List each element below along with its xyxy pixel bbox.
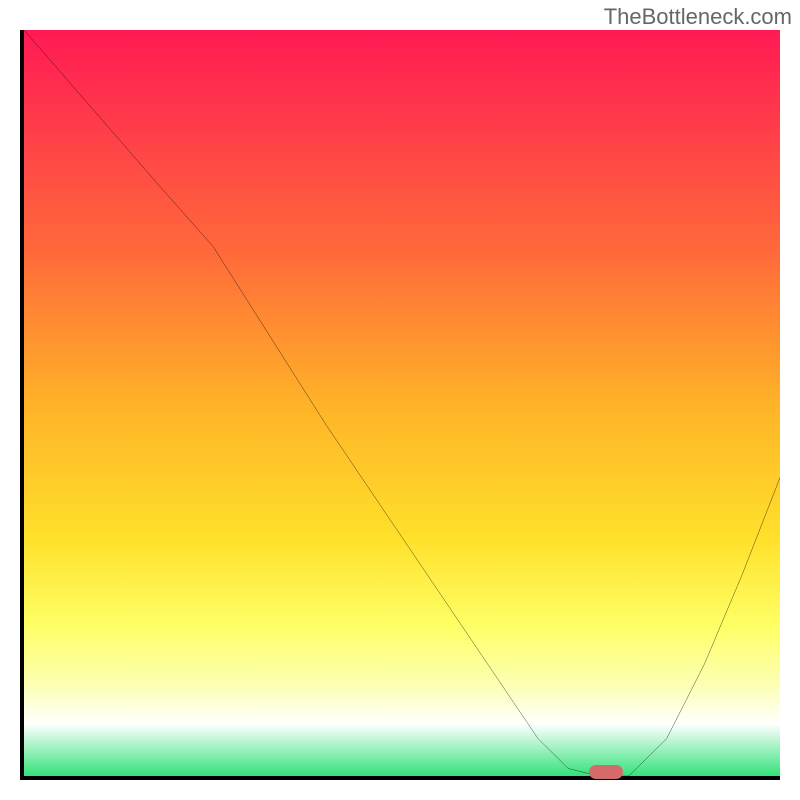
optimal-marker (589, 765, 623, 779)
plot-area (20, 30, 780, 780)
watermark-text: TheBottleneck.com (604, 4, 792, 30)
bottleneck-curve (24, 30, 780, 776)
chart-container: TheBottleneck.com (0, 0, 800, 800)
